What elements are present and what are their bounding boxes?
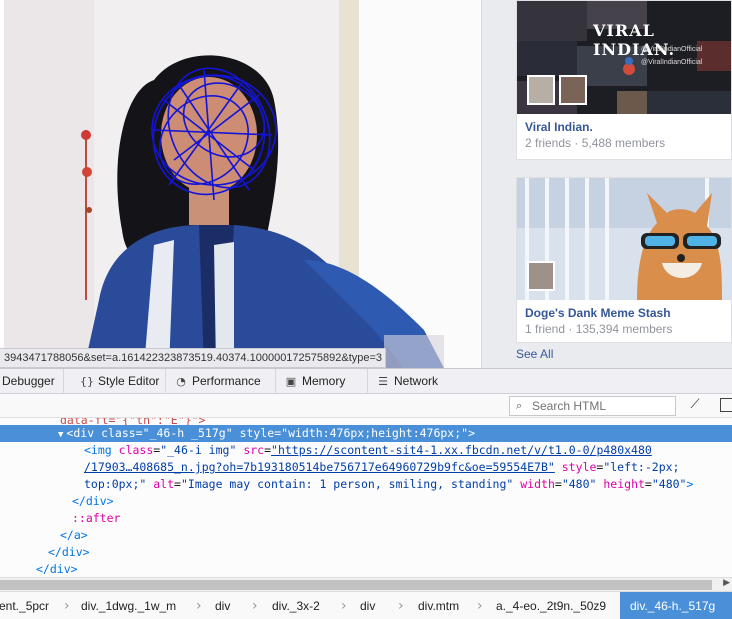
breadcrumb-separator-icon: › xyxy=(196,598,202,614)
group-stats: 1 friend · 135,394 members xyxy=(525,322,673,336)
breadcrumb-item[interactable]: ent._5pcr xyxy=(0,592,49,619)
markup-line[interactable]: <img class="_46-i img" src="https://scon… xyxy=(0,442,732,459)
markup-line[interactable]: </div> xyxy=(0,561,732,576)
webpage-viewport: 3943471788056&set=a.161422323873519.4037… xyxy=(0,0,732,368)
breadcrumb-item[interactable]: div._1dwg._1w_m xyxy=(81,592,176,619)
group-card-viral-indian[interactable]: VIRAL INDIAN. @ViralIndianOfficial @Vira… xyxy=(516,0,732,160)
breadcrumb-separator-icon: › xyxy=(64,598,70,614)
element-picker-icon[interactable]: ⟋ xyxy=(686,397,704,415)
photo-viewer: 3943471788056&set=a.161422323873519.4037… xyxy=(0,0,482,368)
breadcrumb-separator-icon: › xyxy=(398,598,404,614)
expand-toggle-icon[interactable]: ▼ xyxy=(58,430,63,440)
search-html-input[interactable]: ⌕ Search HTML xyxy=(509,396,676,416)
breadcrumb-separator-icon: › xyxy=(252,598,258,614)
tab-memory[interactable]: ▣ Memory xyxy=(276,369,368,394)
inspector-toolbar: ⌕ Search HTML ⟋ xyxy=(0,394,732,418)
markup-line[interactable]: </div> xyxy=(0,544,732,561)
cover-title: VIRAL INDIAN. xyxy=(593,21,676,59)
group-name[interactable]: Doge's Dank Meme Stash xyxy=(525,305,723,321)
markup-line[interactable]: top:0px;" alt="Image may contain: 1 pers… xyxy=(0,476,732,493)
tab-network[interactable]: ☰ Network xyxy=(368,369,464,394)
breadcrumb-separator-icon: › xyxy=(341,598,347,614)
tab-style-editor[interactable]: {} Style Editor xyxy=(72,369,166,394)
breadcrumb-item[interactable]: div xyxy=(215,592,230,619)
tab-label: Network xyxy=(394,374,439,388)
breadcrumb-item[interactable]: a._4-eo._2t9n._50z9 xyxy=(496,592,606,619)
breadcrumb-item-selected[interactable]: div._46-h._517g xyxy=(620,592,732,619)
image-src-link[interactable]: /17903…408685_n.jpg?oh=7b193180514be7567… xyxy=(84,460,555,474)
tab-label: Memory xyxy=(302,374,346,388)
photo-image[interactable] xyxy=(4,0,480,368)
cover-handle: @ViralIndianOfficial xyxy=(641,59,703,66)
horizontal-scrollbar[interactable]: ▶ xyxy=(0,577,732,591)
tab-label: Debugger xyxy=(2,374,55,388)
devtools-tabbar: Debugger {} Style Editor ◔ Performance ▣ Me… xyxy=(0,369,732,394)
markup-line[interactable]: ::after xyxy=(0,510,732,527)
group-stats: 2 friends · 5,488 members xyxy=(525,136,666,150)
markup-view[interactable]: data-ft="{"tn":"E"}"> ▼ <div class="_46-h… xyxy=(0,418,732,576)
group-name[interactable]: Viral Indian. xyxy=(525,119,723,135)
breadcrumb: ent._5pcr › div._1dwg._1w_m › div › div.… xyxy=(0,591,732,619)
search-icon: ⌕ xyxy=(516,399,523,412)
scroll-right-arrow-icon[interactable]: ▶ xyxy=(723,578,730,588)
member-avatar[interactable] xyxy=(527,261,555,291)
member-avatar[interactable] xyxy=(559,75,587,105)
tab-label: Performance xyxy=(192,374,261,388)
devtools-panel: Debugger {} Style Editor ◔ Performance ▣ Me… xyxy=(0,368,732,619)
tab-debugger[interactable]: Debugger xyxy=(0,369,64,394)
markup-line-selected[interactable]: ▼ <div class="_46-h _517g" style="width:4… xyxy=(0,425,732,442)
markup-line[interactable]: /17903…408685_n.jpg?oh=7b193180514be7567… xyxy=(0,459,732,476)
memory-chip-icon: ▣ xyxy=(285,375,297,388)
search-placeholder: Search HTML xyxy=(532,399,607,413)
scrollbar-thumb[interactable] xyxy=(0,580,712,590)
network-list-icon: ☰ xyxy=(378,375,388,388)
breadcrumb-item[interactable]: div._3x-2 xyxy=(272,592,320,619)
breadcrumb-item[interactable]: div xyxy=(360,592,375,619)
gauge-icon: ◔ xyxy=(176,375,186,388)
breadcrumb-separator-icon: › xyxy=(477,598,483,614)
group-card-doge[interactable]: Doge's Dank Meme Stash 1 friend · 135,39… xyxy=(516,177,732,343)
tab-performance[interactable]: ◔ Performance xyxy=(166,369,276,394)
photo-content xyxy=(4,0,480,368)
breadcrumb-item[interactable]: div.mtm xyxy=(418,592,459,619)
cover-handle: @ViralIndianOfficial xyxy=(641,46,703,53)
markup-line[interactable]: </a> xyxy=(0,527,732,544)
see-all-link[interactable]: See All xyxy=(516,347,553,361)
member-avatar[interactable] xyxy=(527,75,555,105)
image-src-link[interactable]: "https://scontent-sit4-1.xx.fbcdn.net/v/… xyxy=(271,443,652,457)
braces-icon: {} xyxy=(80,375,94,388)
tab-label: Style Editor xyxy=(98,374,160,388)
link-status-url: 3943471788056&set=a.161422323873519.4037… xyxy=(0,348,386,368)
group-cover-image xyxy=(517,178,731,300)
toggle-sidebar-icon[interactable] xyxy=(720,398,732,412)
markup-line[interactable]: </div> xyxy=(0,493,732,510)
group-cover-image: VIRAL INDIAN. @ViralIndianOfficial @Vira… xyxy=(517,1,731,114)
